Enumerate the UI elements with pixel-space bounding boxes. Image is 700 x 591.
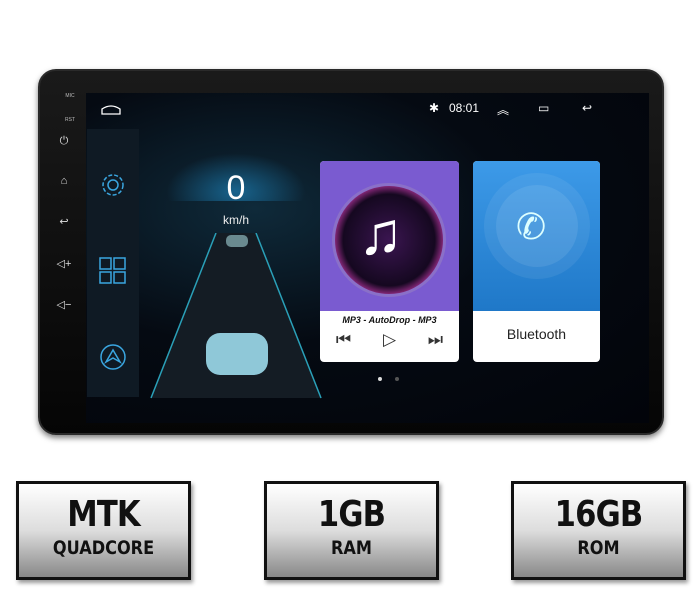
mic-label: MIC [65, 93, 75, 99]
volume-down-icon[interactable]: ◁− [48, 298, 80, 311]
badge-cpu: MTK QUADCORE [16, 481, 191, 580]
settings-icon[interactable] [99, 171, 127, 199]
badge-subtitle: QUADCORE [52, 537, 155, 559]
navigation-icon[interactable] [99, 343, 127, 371]
bluetooth-art: ✆ [473, 161, 600, 311]
rst-label[interactable]: RST [54, 117, 86, 123]
badge-ram: 1GB RAM [264, 481, 439, 580]
play-icon[interactable]: ▷ [383, 330, 396, 350]
next-track-icon[interactable]: ⏭ [428, 330, 443, 350]
clock: 08:01 [449, 101, 480, 115]
road-illustration [150, 233, 322, 399]
phone-bluetooth-icon: ✆ [516, 206, 547, 247]
car-icon [226, 235, 248, 247]
recent-apps-icon[interactable]: ▭ [538, 101, 549, 115]
badge-title: 1GB [317, 494, 386, 535]
previous-track-icon[interactable]: ⏮ [336, 330, 351, 350]
speed-unit: km/h [222, 213, 249, 227]
volume-up-icon[interactable]: ◁+ [48, 257, 80, 270]
page-dot-active[interactable] [378, 377, 382, 381]
apps-grid-icon[interactable] [99, 257, 127, 285]
head-unit: MIC RST ⏻ ⌂ ↩ ◁+ ◁− ✱ 08:01 ︽ ▭ ↩ 0 km/h [38, 69, 664, 435]
home-icon[interactable] [100, 103, 122, 115]
bluetooth-card[interactable]: ✆ Bluetooth [473, 161, 600, 362]
badge-title: MTK [67, 494, 140, 535]
back-icon[interactable]: ↩ [582, 101, 592, 115]
screen: ✱ 08:01 ︽ ▭ ↩ 0 km/h ♫ MP3 - AutoDrop - … [86, 93, 649, 423]
home-icon[interactable]: ⌂ [48, 175, 80, 187]
expand-up-icon[interactable]: ︽ [497, 101, 509, 118]
bluetooth-icon: ✱ [429, 101, 440, 115]
page-dot[interactable] [395, 377, 399, 381]
badge-rom: 16GB ROM [511, 481, 686, 580]
music-card[interactable]: ♫ MP3 - AutoDrop - MP3 ⏮ ▷ ⏭ [320, 161, 459, 362]
back-icon[interactable]: ↩ [48, 215, 80, 228]
bluetooth-label: Bluetooth [506, 326, 567, 342]
sidebar [87, 129, 139, 397]
track-title: MP3 - AutoDrop - MP3 [342, 315, 437, 325]
power-icon[interactable]: ⏻ [48, 135, 80, 148]
music-note-icon: ♫ [358, 200, 403, 267]
speed-value: 0 [226, 169, 246, 207]
badge-title: 16GB [554, 494, 643, 535]
badge-subtitle: RAM [330, 537, 373, 559]
badge-subtitle: ROM [577, 537, 620, 559]
music-art: ♫ [320, 161, 459, 311]
car-icon [206, 333, 268, 375]
